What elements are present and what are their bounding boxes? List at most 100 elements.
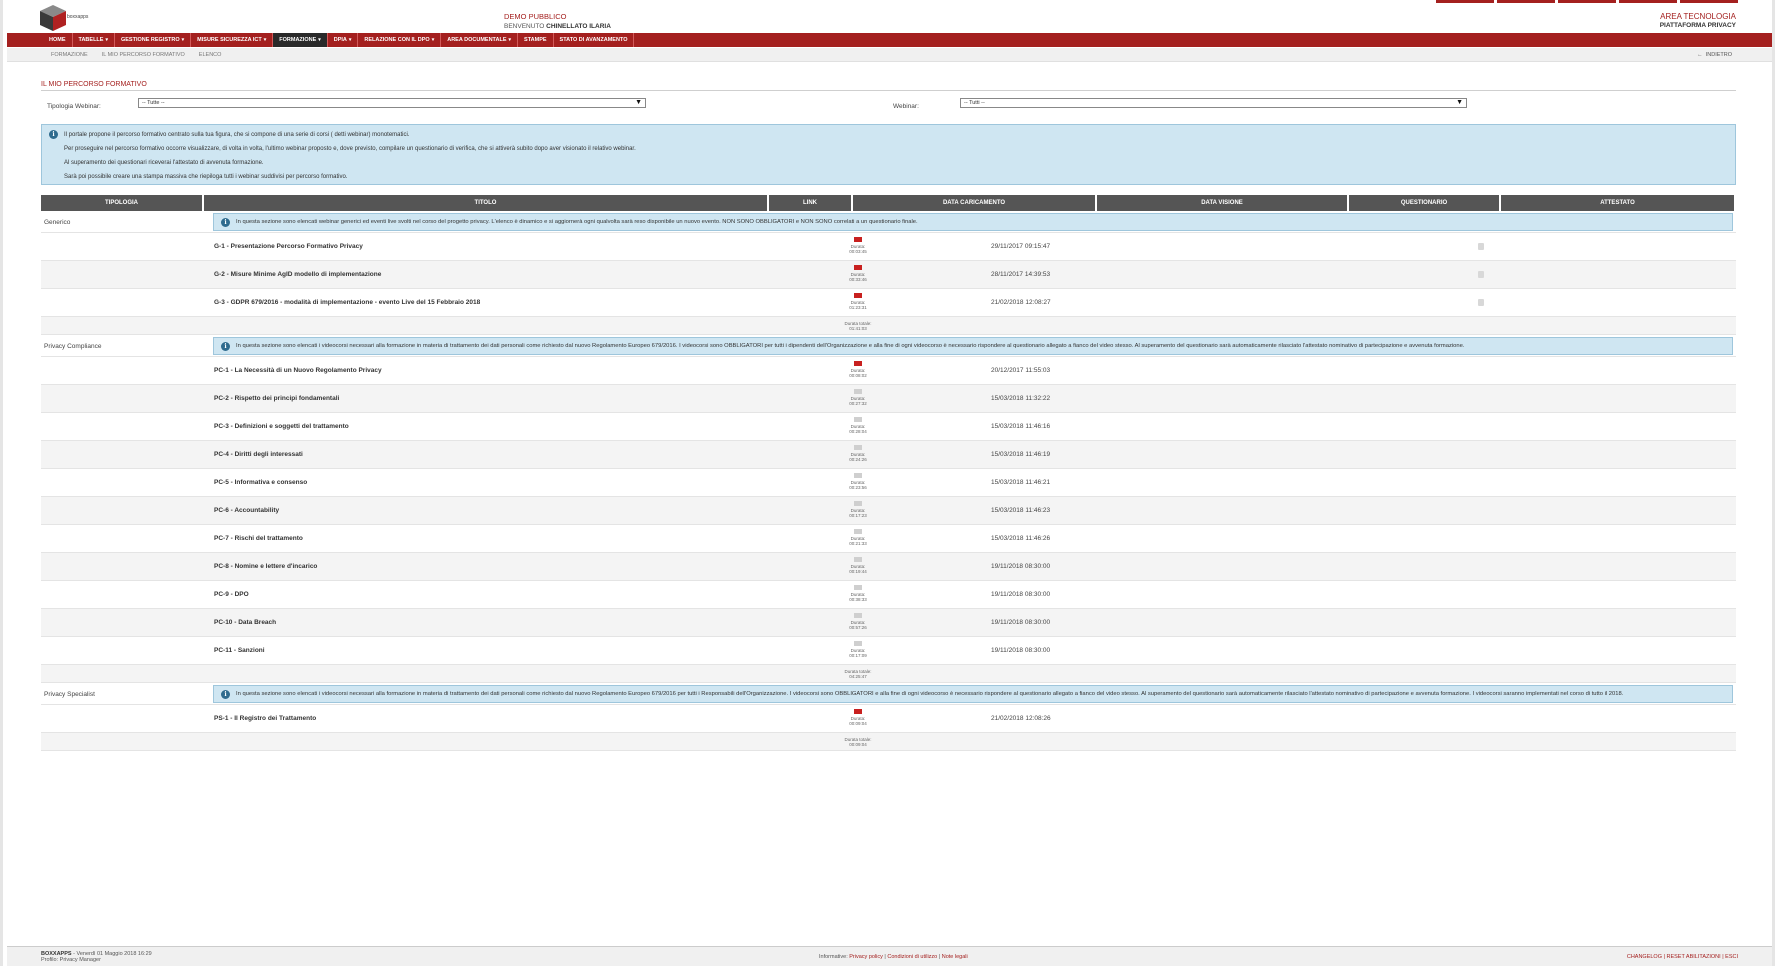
table-row: PC-8 - Nomine e lettere d'incarico Durata… xyxy=(41,553,1736,581)
video-link[interactable]: Durata: 00:21:33 xyxy=(838,529,878,546)
total-duration: Durata totale: 04:25:47 xyxy=(838,669,878,679)
webinar-title[interactable]: PC-11 - Sanzioni xyxy=(214,647,265,654)
video-camera-icon[interactable] xyxy=(854,293,862,298)
video-link[interactable]: Durata: 00:23:56 xyxy=(838,473,878,490)
camera-lens xyxy=(859,390,862,392)
privacy-policy-link[interactable]: Privacy policy xyxy=(849,954,883,960)
info-icon: i xyxy=(221,690,230,699)
webinar-title[interactable]: PC-10 - Data Breach xyxy=(214,619,276,626)
video-camera-icon[interactable] xyxy=(854,361,862,366)
footer-actions[interactable]: CHANGELOG | RESET ABILITAZIONI | ESCI xyxy=(1627,954,1738,960)
nav-item-relazione-con-il-dpo[interactable]: RELAZIONE CON IL DPO ▾ xyxy=(358,33,442,47)
video-link[interactable]: Durata: 00:28:04 xyxy=(838,417,878,434)
video-link[interactable]: Durata: 00:08:02 xyxy=(838,361,878,378)
footer-links: Informative: Privacy policy | Condizioni… xyxy=(819,954,968,960)
webinar-title[interactable]: PC-1 - La Necessità di un Nuovo Regolame… xyxy=(214,367,382,374)
video-camera-icon[interactable] xyxy=(854,613,862,618)
breadcrumb-item[interactable]: FORMAZIONE xyxy=(51,52,88,58)
video-link[interactable]: Durata: 00:09:04 xyxy=(838,709,878,726)
table-row: PC-6 - Accountability Durata: 00:17:23 15/0… xyxy=(41,497,1736,525)
camera-lens xyxy=(859,238,862,240)
breadcrumb-item[interactable]: ELENCO xyxy=(199,52,222,58)
video-link[interactable]: Durata: 00:27:32 xyxy=(838,389,878,406)
top-tab[interactable] xyxy=(1619,0,1677,3)
video-link[interactable]: Durata: 00:17:23 xyxy=(838,501,878,518)
video-link[interactable]: Durata: 00:33:46 xyxy=(838,265,878,282)
nav-item-formazione[interactable]: FORMAZIONE ▾ xyxy=(273,33,328,47)
webinar-title[interactable]: PC-7 - Rischi del trattamento xyxy=(214,535,303,542)
video-link[interactable]: Durata: 00:03:45 xyxy=(838,237,878,254)
video-link[interactable]: Durata: 00:19:44 xyxy=(838,557,878,574)
footer-profile: Profilo: Privacy Manager xyxy=(41,957,101,963)
welcome-block: DEMO PUBBLICO BENVENUTO CHINELLATO ILARI… xyxy=(504,12,611,32)
total-duration-value: 00:09:04 xyxy=(849,742,867,747)
nav-label: TABELLE xyxy=(78,37,104,43)
video-camera-icon[interactable] xyxy=(854,529,862,534)
tipologia-select[interactable]: -- Tutte -- ▼ xyxy=(138,98,646,108)
video-link[interactable]: Durata: 00:38:33 xyxy=(838,585,878,602)
logo-text: boxxapps xyxy=(67,14,89,20)
chevron-down-icon: ▾ xyxy=(508,37,512,43)
nav-label: MISURE SICUREZZA ICT xyxy=(197,37,262,43)
questionnaire-doc-icon[interactable] xyxy=(1478,271,1484,278)
chevron-down-icon: ▾ xyxy=(105,37,108,43)
webinar-select[interactable]: -- Tutti -- ▼ xyxy=(960,98,1467,108)
boxxapps-logo-icon[interactable] xyxy=(39,4,67,32)
video-camera-icon[interactable] xyxy=(854,445,862,450)
nav-item-stato-di-avanzamento[interactable]: STATO DI AVANZAMENTO xyxy=(554,33,635,47)
nav-label: STAMPE xyxy=(524,37,547,43)
nav-item-gestione-registro[interactable]: GESTIONE REGISTRO ▾ xyxy=(115,33,192,47)
category-label: Privacy Specialist xyxy=(44,691,95,698)
top-tab[interactable] xyxy=(1680,0,1738,3)
nav-item-misure-sicurezza-ict[interactable]: MISURE SICUREZZA ICT ▾ xyxy=(191,33,274,47)
duration-value: 00:27:32 xyxy=(849,401,867,406)
webinar-title[interactable]: G-3 - GDPR 679/2016 - modalità di implem… xyxy=(214,299,480,306)
webinar-title[interactable]: G-2 - Misure Minime AgID modello di impl… xyxy=(214,271,381,278)
video-camera-icon[interactable] xyxy=(854,585,862,590)
back-button[interactable]: ← INDIETRO xyxy=(1697,52,1732,58)
platform-label: PIATTAFORMA PRIVACY xyxy=(1659,22,1736,29)
video-link[interactable]: Durata: 01:23:31 xyxy=(838,293,878,310)
video-link[interactable]: Durata: 00:24:26 xyxy=(838,445,878,462)
video-camera-icon[interactable] xyxy=(854,265,862,270)
nav-item-area-documentale[interactable]: AREA DOCUMENTALE ▾ xyxy=(441,33,519,47)
webinar-title[interactable]: PC-8 - Nomine e lettere d'incarico xyxy=(214,563,317,570)
video-camera-icon[interactable] xyxy=(854,557,862,562)
nav-item-dpia[interactable]: DPIA ▾ xyxy=(328,33,359,47)
top-tab[interactable] xyxy=(1436,0,1494,3)
duration-value: 00:08:02 xyxy=(849,373,867,378)
nav-item-stampe[interactable]: STAMPE xyxy=(518,33,554,47)
questionnaire-doc-icon[interactable] xyxy=(1478,299,1484,306)
video-link[interactable]: Durata: 00:17:09 xyxy=(838,641,878,658)
webinar-title[interactable]: PC-6 - Accountability xyxy=(214,507,279,514)
top-tab[interactable] xyxy=(1558,0,1616,3)
nav-item-home[interactable]: HOME xyxy=(43,33,73,47)
chevron-down-icon: ▾ xyxy=(181,37,185,43)
video-camera-icon[interactable] xyxy=(854,501,862,506)
webinar-title[interactable]: G-1 - Presentazione Percorso Formativo P… xyxy=(214,243,363,250)
webinar-title[interactable]: PC-9 - DPO xyxy=(214,591,249,598)
questionnaire-doc-icon[interactable] xyxy=(1478,243,1484,250)
video-camera-icon[interactable] xyxy=(854,237,862,242)
webinar-title[interactable]: PC-3 - Definizioni e soggetti del tratta… xyxy=(214,423,349,430)
webinar-label: Webinar: xyxy=(893,103,919,110)
info-text: Per proseguire nel percorso formativo oc… xyxy=(64,146,636,152)
nav-item-tabelle[interactable]: TABELLE ▾ xyxy=(73,33,115,47)
table-row: PS-1 - Il Registro dei Trattamento Durata… xyxy=(41,705,1736,733)
top-tab[interactable] xyxy=(1497,0,1555,3)
video-camera-icon[interactable] xyxy=(854,389,862,394)
webinar-title[interactable]: PC-5 - Informativa e consenso xyxy=(214,479,307,486)
breadcrumb-item[interactable]: IL MIO PERCORSO FORMATIVO xyxy=(102,52,185,58)
upload-date: 15/03/2018 11:46:21 xyxy=(991,479,1051,486)
video-camera-icon[interactable] xyxy=(854,641,862,646)
webinar-title[interactable]: PS-1 - Il Registro dei Trattamento xyxy=(214,715,316,722)
legal-notes-link[interactable]: Note legali xyxy=(942,954,968,960)
upload-date: 28/11/2017 14:39:53 xyxy=(991,271,1051,278)
video-camera-icon[interactable] xyxy=(854,709,862,714)
webinar-title[interactable]: PC-4 - Diritti degli interessati xyxy=(214,451,303,458)
video-link[interactable]: Durata: 00:57:26 xyxy=(838,613,878,630)
conditions-link[interactable]: Condizioni di utilizzo xyxy=(887,954,937,960)
video-camera-icon[interactable] xyxy=(854,473,862,478)
webinar-title[interactable]: PC-2 - Rispetto dei principi fondamental… xyxy=(214,395,339,402)
video-camera-icon[interactable] xyxy=(854,417,862,422)
